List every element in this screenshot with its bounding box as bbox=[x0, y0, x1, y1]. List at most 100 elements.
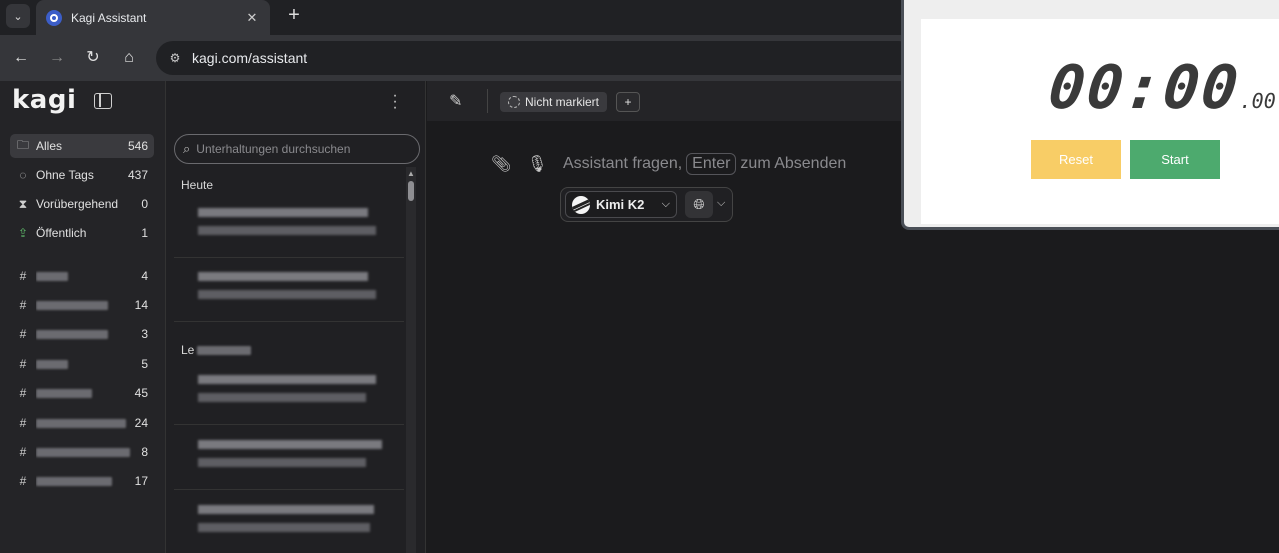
model-name: Kimi K2 bbox=[596, 197, 645, 212]
tab-search-button[interactable]: ⌄ bbox=[6, 4, 30, 28]
model-select-button[interactable]: Kimi K2 ⌵ bbox=[565, 191, 677, 218]
sidebar-item-count: 4 bbox=[141, 269, 148, 283]
hash-icon: # bbox=[19, 327, 27, 341]
new-chat-edit-icon[interactable]: ✎ bbox=[449, 91, 462, 111]
kimi-logo-icon bbox=[572, 195, 590, 214]
sidebar-item-label: Vorübergehend bbox=[36, 197, 119, 211]
divider bbox=[487, 89, 488, 113]
share-icon: ⇪ bbox=[17, 226, 29, 240]
sidebar-item-count: 8 bbox=[141, 445, 148, 459]
hash-icon: # bbox=[19, 474, 27, 488]
sidebar-tag-item[interactable]: # 45 bbox=[10, 381, 154, 405]
sidebar-item-label: Öffentlich bbox=[36, 226, 87, 240]
enter-key-hint: Enter bbox=[686, 153, 737, 175]
sidebar-tag-item[interactable]: # 8 bbox=[10, 440, 154, 464]
dashed-circle-icon: ◌ bbox=[19, 168, 27, 182]
sidebar-item-label: Ohne Tags bbox=[36, 168, 94, 182]
kagi-favicon-icon bbox=[46, 9, 62, 26]
forward-arrow-icon[interactable]: → bbox=[45, 46, 69, 70]
microphone-icon[interactable]: 🎙︎ bbox=[527, 154, 547, 174]
tag-label-redacted bbox=[36, 416, 135, 430]
sidebar-item-count: 14 bbox=[134, 298, 148, 312]
conversation-search[interactable]: ⌕ bbox=[174, 134, 420, 164]
site-settings-icon[interactable]: ⚙ bbox=[166, 49, 184, 67]
conversation-item[interactable] bbox=[174, 426, 404, 490]
prompt-area[interactable]: 📎︎ 🎙︎ Assistant fragen, Enter zum Absend… bbox=[491, 153, 846, 175]
scrollbar-thumb[interactable] bbox=[408, 181, 414, 201]
home-icon[interactable]: ⌂ bbox=[117, 46, 141, 70]
new-tab-button[interactable]: + bbox=[282, 4, 306, 28]
conversation-item[interactable] bbox=[174, 258, 404, 322]
hash-icon: # bbox=[19, 386, 27, 400]
sidebar-item-count: 17 bbox=[134, 474, 148, 488]
add-tag-button[interactable]: + bbox=[616, 92, 640, 112]
sidebar-tag-item[interactable]: # 3 bbox=[10, 322, 154, 346]
search-icon: ⌕ bbox=[183, 141, 191, 156]
sidebar-item-count: 5 bbox=[141, 357, 148, 371]
hourglass-icon: ⧗ bbox=[18, 196, 28, 211]
prompt-placeholder[interactable]: Assistant fragen, Enter zum Absenden bbox=[563, 153, 846, 175]
search-input[interactable] bbox=[196, 142, 407, 156]
sidebar-tag-item[interactable]: # 4 bbox=[10, 264, 154, 288]
sidebar-item-count: 3 bbox=[141, 327, 148, 341]
sidebar-item-voruebergehend[interactable]: ⧗ Vorübergehend 0 bbox=[10, 192, 154, 216]
address-url: kagi.com/assistant bbox=[192, 50, 308, 66]
group-label-today: Heute bbox=[181, 178, 214, 192]
tag-label-redacted bbox=[36, 474, 135, 488]
sidebar-item-count: 45 bbox=[134, 386, 148, 400]
sidebar-item-count: 1 bbox=[141, 226, 148, 240]
sidebar-item-count: 546 bbox=[127, 139, 148, 153]
conversation-item[interactable] bbox=[174, 194, 404, 258]
more-options-icon[interactable]: · · · bbox=[390, 88, 400, 116]
conversation-item[interactable] bbox=[174, 361, 404, 425]
tag-chip-not-marked[interactable]: Nicht markiert bbox=[500, 92, 608, 112]
stopwatch-window: 00:00.00 Reset Start bbox=[901, 0, 1279, 230]
sidebar-item-count: 437 bbox=[127, 168, 148, 182]
stopwatch-panel: 00:00.00 Reset Start bbox=[921, 19, 1279, 224]
kagi-logo[interactable]: kagi bbox=[12, 85, 76, 115]
sidebar-tag-item[interactable]: # 17 bbox=[10, 469, 154, 493]
sidebar-item-alles[interactable]: 🗀 Alles 546 bbox=[10, 134, 154, 158]
model-bar: Kimi K2 ⌵ 🌐︎ ⌵ bbox=[560, 187, 733, 222]
hash-icon: # bbox=[19, 269, 27, 283]
sidebar-tag-item[interactable]: # 14 bbox=[10, 293, 154, 317]
conversation-item[interactable] bbox=[174, 491, 404, 553]
stopwatch-time: 00:00 bbox=[1045, 53, 1244, 123]
reset-button[interactable]: Reset bbox=[1031, 140, 1121, 179]
tag-label-redacted bbox=[36, 269, 141, 283]
sidebar-tag-item[interactable]: # 24 bbox=[10, 411, 154, 435]
sidebar-item-oeffentlich[interactable]: ⇪ Öffentlich 1 bbox=[10, 221, 154, 245]
hash-icon: # bbox=[19, 445, 27, 459]
tag-label-redacted bbox=[36, 327, 141, 341]
sidebar: kagi 🗀 Alles 546 ◌ Ohne Tags 437 ⧗ Vorüb… bbox=[0, 81, 166, 553]
scroll-up-icon[interactable]: ▲ bbox=[407, 169, 415, 178]
reload-icon[interactable]: ↻ bbox=[81, 46, 105, 70]
web-search-globe-icon[interactable]: 🌐︎ bbox=[685, 191, 713, 218]
chevron-down-icon: ⌵ bbox=[661, 198, 670, 210]
back-arrow-icon[interactable]: ← bbox=[9, 46, 33, 70]
sidebar-item-ohne-tags[interactable]: ◌ Ohne Tags 437 bbox=[10, 163, 154, 187]
conversation-list: ··· ⌕ Heute Le ▲ bbox=[166, 81, 426, 553]
paperclip-icon[interactable]: 📎︎ bbox=[491, 154, 511, 174]
tab-close-icon[interactable]: ✕ bbox=[244, 10, 260, 26]
tag-chip-label: Nicht markiert bbox=[525, 95, 600, 109]
sidebar-toggle-icon[interactable] bbox=[94, 93, 112, 109]
sidebar-item-label: Alles bbox=[36, 139, 63, 153]
chevron-down-icon[interactable]: ⌵ bbox=[717, 197, 725, 210]
address-bar[interactable]: ⚙ kagi.com/assistant bbox=[156, 41, 916, 75]
browser-tab[interactable]: Kagi Assistant ✕ bbox=[36, 0, 270, 35]
group-label-other: Le bbox=[181, 343, 252, 357]
hash-icon: # bbox=[19, 357, 27, 371]
hash-icon: # bbox=[19, 416, 27, 430]
tag-label-redacted bbox=[36, 298, 135, 312]
tag-label-redacted bbox=[36, 445, 141, 459]
stopwatch-fraction: .00 bbox=[1239, 89, 1276, 113]
sidebar-item-count: 24 bbox=[134, 416, 148, 430]
sidebar-item-count: 0 bbox=[141, 197, 148, 211]
conversation-scrollbar[interactable]: ▲ bbox=[406, 167, 416, 553]
chevron-down-icon: ⌄ bbox=[13, 10, 23, 23]
stopwatch-display: 00:00.00 bbox=[1045, 53, 1276, 123]
tag-label-redacted bbox=[36, 357, 141, 371]
sidebar-tag-item[interactable]: # 5 bbox=[10, 352, 154, 376]
start-button[interactable]: Start bbox=[1130, 140, 1220, 179]
